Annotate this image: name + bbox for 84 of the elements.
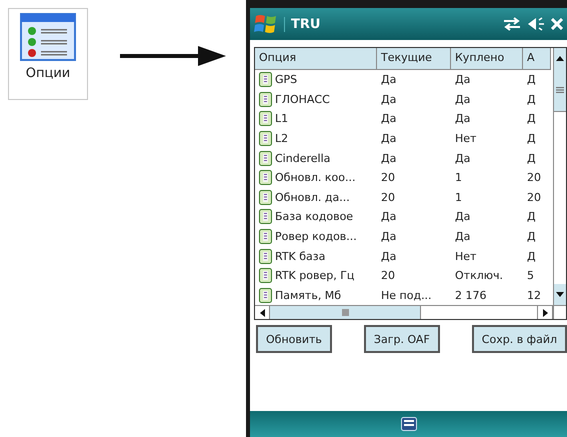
document-icon	[259, 229, 272, 244]
document-icon	[259, 131, 272, 146]
table-cell: Д	[527, 92, 536, 106]
table-cell: Да	[381, 230, 396, 244]
table-cell: GPS	[275, 73, 298, 86]
table-cell: Д	[527, 210, 536, 224]
table-cell: Не под...	[381, 288, 432, 302]
table-cell: Память, Мб	[275, 288, 342, 302]
table-cell: Да	[381, 132, 396, 146]
table-cell: Д	[527, 73, 536, 86]
table-cell: Отключ.	[455, 269, 503, 282]
close-icon[interactable]	[551, 18, 563, 30]
table-cell: Да	[455, 92, 470, 106]
table-cell: Да	[381, 92, 396, 106]
table-cell: L2	[275, 132, 288, 146]
up-arrow-icon[interactable]	[556, 56, 564, 61]
document-icon	[259, 170, 272, 186]
table-cell: Д	[527, 132, 536, 146]
column-header[interactable]: Опция	[255, 48, 377, 70]
vertical-scrollbar[interactable]	[553, 48, 566, 306]
column-header[interactable]: Куплено	[451, 48, 523, 70]
action-button[interactable]: Обновить	[256, 325, 332, 354]
document-icon	[259, 268, 272, 284]
table-cell: 20	[527, 171, 541, 184]
table-cell: Д	[527, 230, 536, 244]
left-arrow-icon[interactable]	[260, 308, 264, 317]
grip-icon[interactable]	[556, 87, 564, 93]
table-cell: Да	[455, 230, 470, 244]
table-cell: Да	[381, 210, 396, 224]
action-button[interactable]: Сохр. в файл	[472, 325, 567, 354]
list-icon	[20, 13, 76, 61]
table-cell: 5	[527, 269, 534, 282]
table-cell: 12	[527, 288, 541, 302]
document-icon	[259, 150, 272, 166]
table-cell: ГЛОНАСС	[275, 92, 330, 106]
table-cell: RTK база	[275, 250, 326, 263]
grip-icon[interactable]	[342, 309, 348, 316]
tile-label: Опции	[26, 66, 70, 81]
table-cell: Да	[455, 152, 470, 165]
right-arrow-icon[interactable]	[542, 308, 548, 317]
document-icon	[259, 248, 272, 264]
table-cell: Д	[527, 112, 536, 126]
table-cell: Да	[381, 250, 396, 263]
table-cell: 20	[381, 190, 395, 204]
table-cell: 1	[455, 171, 462, 184]
table-cell: Да	[381, 73, 396, 86]
table-cell: Ровер кодов...	[275, 230, 357, 244]
window-title: TRU	[284, 16, 497, 32]
table-cell: Обновл. да...	[275, 190, 350, 204]
connectivity-icon[interactable]	[503, 17, 521, 31]
table-cell: 1	[455, 190, 462, 204]
document-icon	[259, 72, 272, 88]
table-cell: Нет	[455, 250, 476, 263]
options-tile[interactable]: Опции	[8, 8, 88, 100]
table-cell: RTK ровер, Гц	[275, 269, 354, 282]
table-cell: 20	[381, 171, 395, 184]
table-cell: Да	[381, 112, 396, 126]
speaker-icon[interactable]	[527, 17, 545, 31]
horizontal-scrollbar[interactable]	[255, 305, 566, 320]
document-icon	[259, 92, 272, 107]
table-cell: Обновл. коо...	[275, 171, 356, 184]
action-button[interactable]: Загр. OAF	[364, 325, 440, 354]
table-cell: Да	[455, 112, 470, 126]
document-icon	[259, 111, 272, 126]
column-header[interactable]: Текущие	[377, 48, 451, 70]
document-icon	[259, 288, 272, 303]
document-icon	[259, 209, 272, 224]
keyboard-icon[interactable]	[400, 417, 416, 431]
table-cell: Да	[381, 152, 396, 165]
down-arrow-icon[interactable]	[556, 292, 564, 298]
table-cell: 20	[381, 269, 395, 282]
table-cell: Д	[527, 250, 536, 263]
document-icon	[259, 190, 272, 205]
table-cell: 20	[527, 190, 541, 204]
table-cell: Да	[455, 210, 470, 224]
table-cell: L1	[275, 112, 288, 126]
table-cell: Д	[527, 152, 536, 165]
column-header[interactable]: А	[523, 48, 551, 70]
windows-logo-icon[interactable]	[254, 13, 278, 35]
table-cell: 2 176	[455, 288, 486, 302]
table-cell: Да	[455, 73, 470, 86]
table-cell: База кодовое	[275, 210, 354, 224]
table-cell: Cinderella	[275, 152, 330, 165]
table-cell: Нет	[455, 132, 476, 146]
